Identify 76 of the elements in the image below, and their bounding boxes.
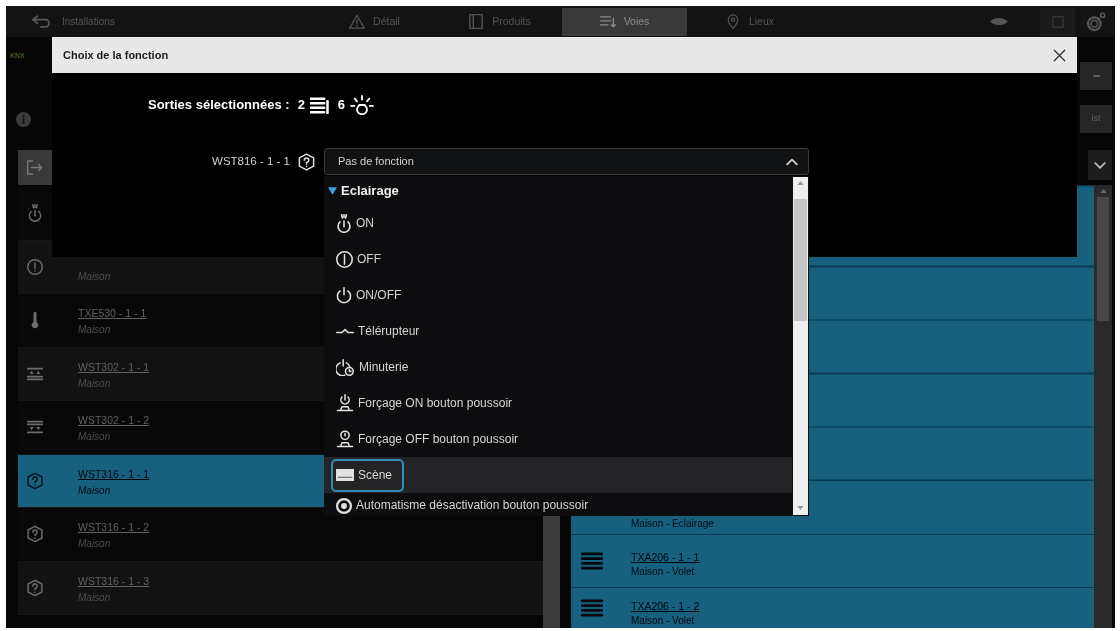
scrollbar-thumb[interactable]: [794, 199, 807, 321]
channel-link[interactable]: TXA206 - 1 - 2: [631, 599, 700, 613]
menu-item[interactable]: Scène: [324, 457, 792, 493]
circle-bar-icon: [336, 250, 353, 268]
location-text: Maison - Volet: [631, 614, 696, 628]
scrollbar[interactable]: [1094, 185, 1112, 628]
alert-icon: [27, 257, 43, 276]
list-item[interactable]: WST316 - 1 - 3 Maison: [18, 561, 543, 615]
help-icon: [27, 525, 43, 544]
channel-link[interactable]: WST302 - 1 - 1: [78, 358, 150, 375]
bulb-icon: [350, 95, 375, 115]
tab[interactable]: Voies: [562, 7, 687, 36]
scrollbar-thumb[interactable]: [1097, 197, 1109, 321]
function-select[interactable]: Pas de fonction: [324, 148, 809, 175]
output-label: WST816 - 1 - 1: [211, 153, 290, 169]
location-text: Maison: [78, 430, 112, 444]
power-clock-icon: [336, 358, 355, 376]
stripes-icon: [581, 551, 603, 570]
power-rays-icon: [27, 204, 43, 223]
scroll-up-icon: [1099, 189, 1107, 193]
channel-link[interactable]: WST316 - 1 - 3: [78, 572, 150, 589]
line-icon: [336, 328, 354, 334]
channel-link[interactable]: WST316 - 1 - 1: [78, 465, 150, 482]
menu-item[interactable]: OFF: [324, 241, 792, 277]
triangle-icon: [349, 14, 366, 29]
arrow-bracket-icon: [27, 160, 43, 175]
bars-icon: [309, 96, 330, 114]
close-button[interactable]: [1051, 47, 1067, 63]
channel-link[interactable]: TXA206 - 1 - 1: [631, 549, 700, 564]
screen-icon: [336, 469, 354, 481]
close-icon: [1052, 48, 1066, 62]
dialog-title: Choix de la fonction: [63, 47, 169, 63]
location-text: Maison: [78, 590, 112, 605]
channel-link[interactable]: TXE530 - 1 - 1: [78, 305, 147, 321]
location-text: Maison - Eclairage: [631, 517, 714, 531]
frame-icon: [468, 14, 485, 29]
window-button[interactable]: [1040, 7, 1075, 36]
location-text: Maison: [78, 323, 112, 337]
push-button-icon: [336, 394, 354, 412]
help-icon: [27, 578, 43, 597]
list-arrow-icon: [599, 14, 616, 29]
eye-icon[interactable]: [989, 16, 1009, 27]
stripes-icon: [581, 599, 603, 617]
tab[interactable]: Lieux: [687, 7, 812, 36]
location-text: Maison: [78, 537, 112, 551]
tab[interactable]: Produits: [437, 7, 562, 36]
square-icon: [1051, 15, 1064, 28]
tab-button[interactable]: [18, 150, 52, 185]
ring-dot-icon: [336, 497, 352, 514]
scroll-down-icon: [797, 506, 804, 510]
expand-button[interactable]: [1088, 150, 1112, 180]
help-icon: [27, 471, 43, 490]
help-icon[interactable]: [298, 152, 315, 171]
push-button-icon: [336, 430, 354, 448]
location-text: Maison - Volet: [631, 564, 696, 579]
channel-link[interactable]: WST302 - 1 - 2: [78, 412, 150, 428]
location-text: Maison: [78, 376, 112, 391]
power-rays-icon: [336, 213, 352, 233]
count-text: 2: [297, 96, 305, 114]
scrollbar[interactable]: [793, 177, 808, 515]
location-text: Maison: [78, 269, 111, 284]
back-arrow-icon: [32, 15, 50, 28]
minus-button[interactable]: [1080, 62, 1112, 90]
location-text: Maison: [78, 483, 112, 498]
menu-item[interactable]: ON: [324, 205, 792, 241]
minus-icon: [1092, 75, 1100, 77]
tab[interactable]: Détail: [312, 7, 437, 36]
info-icon[interactable]: [16, 112, 31, 127]
chevron-down-icon: [1094, 161, 1106, 169]
settings-icon[interactable]: [1086, 11, 1106, 32]
power-icon: [336, 286, 352, 304]
channel-link[interactable]: WST316 - 1 - 2: [78, 519, 150, 535]
count-text: 6: [337, 96, 346, 114]
summary-label: Sorties sélectionnées :: [148, 96, 290, 114]
group-header[interactable]: Eclairage: [324, 176, 792, 205]
back-link[interactable]: Installations: [6, 14, 312, 29]
